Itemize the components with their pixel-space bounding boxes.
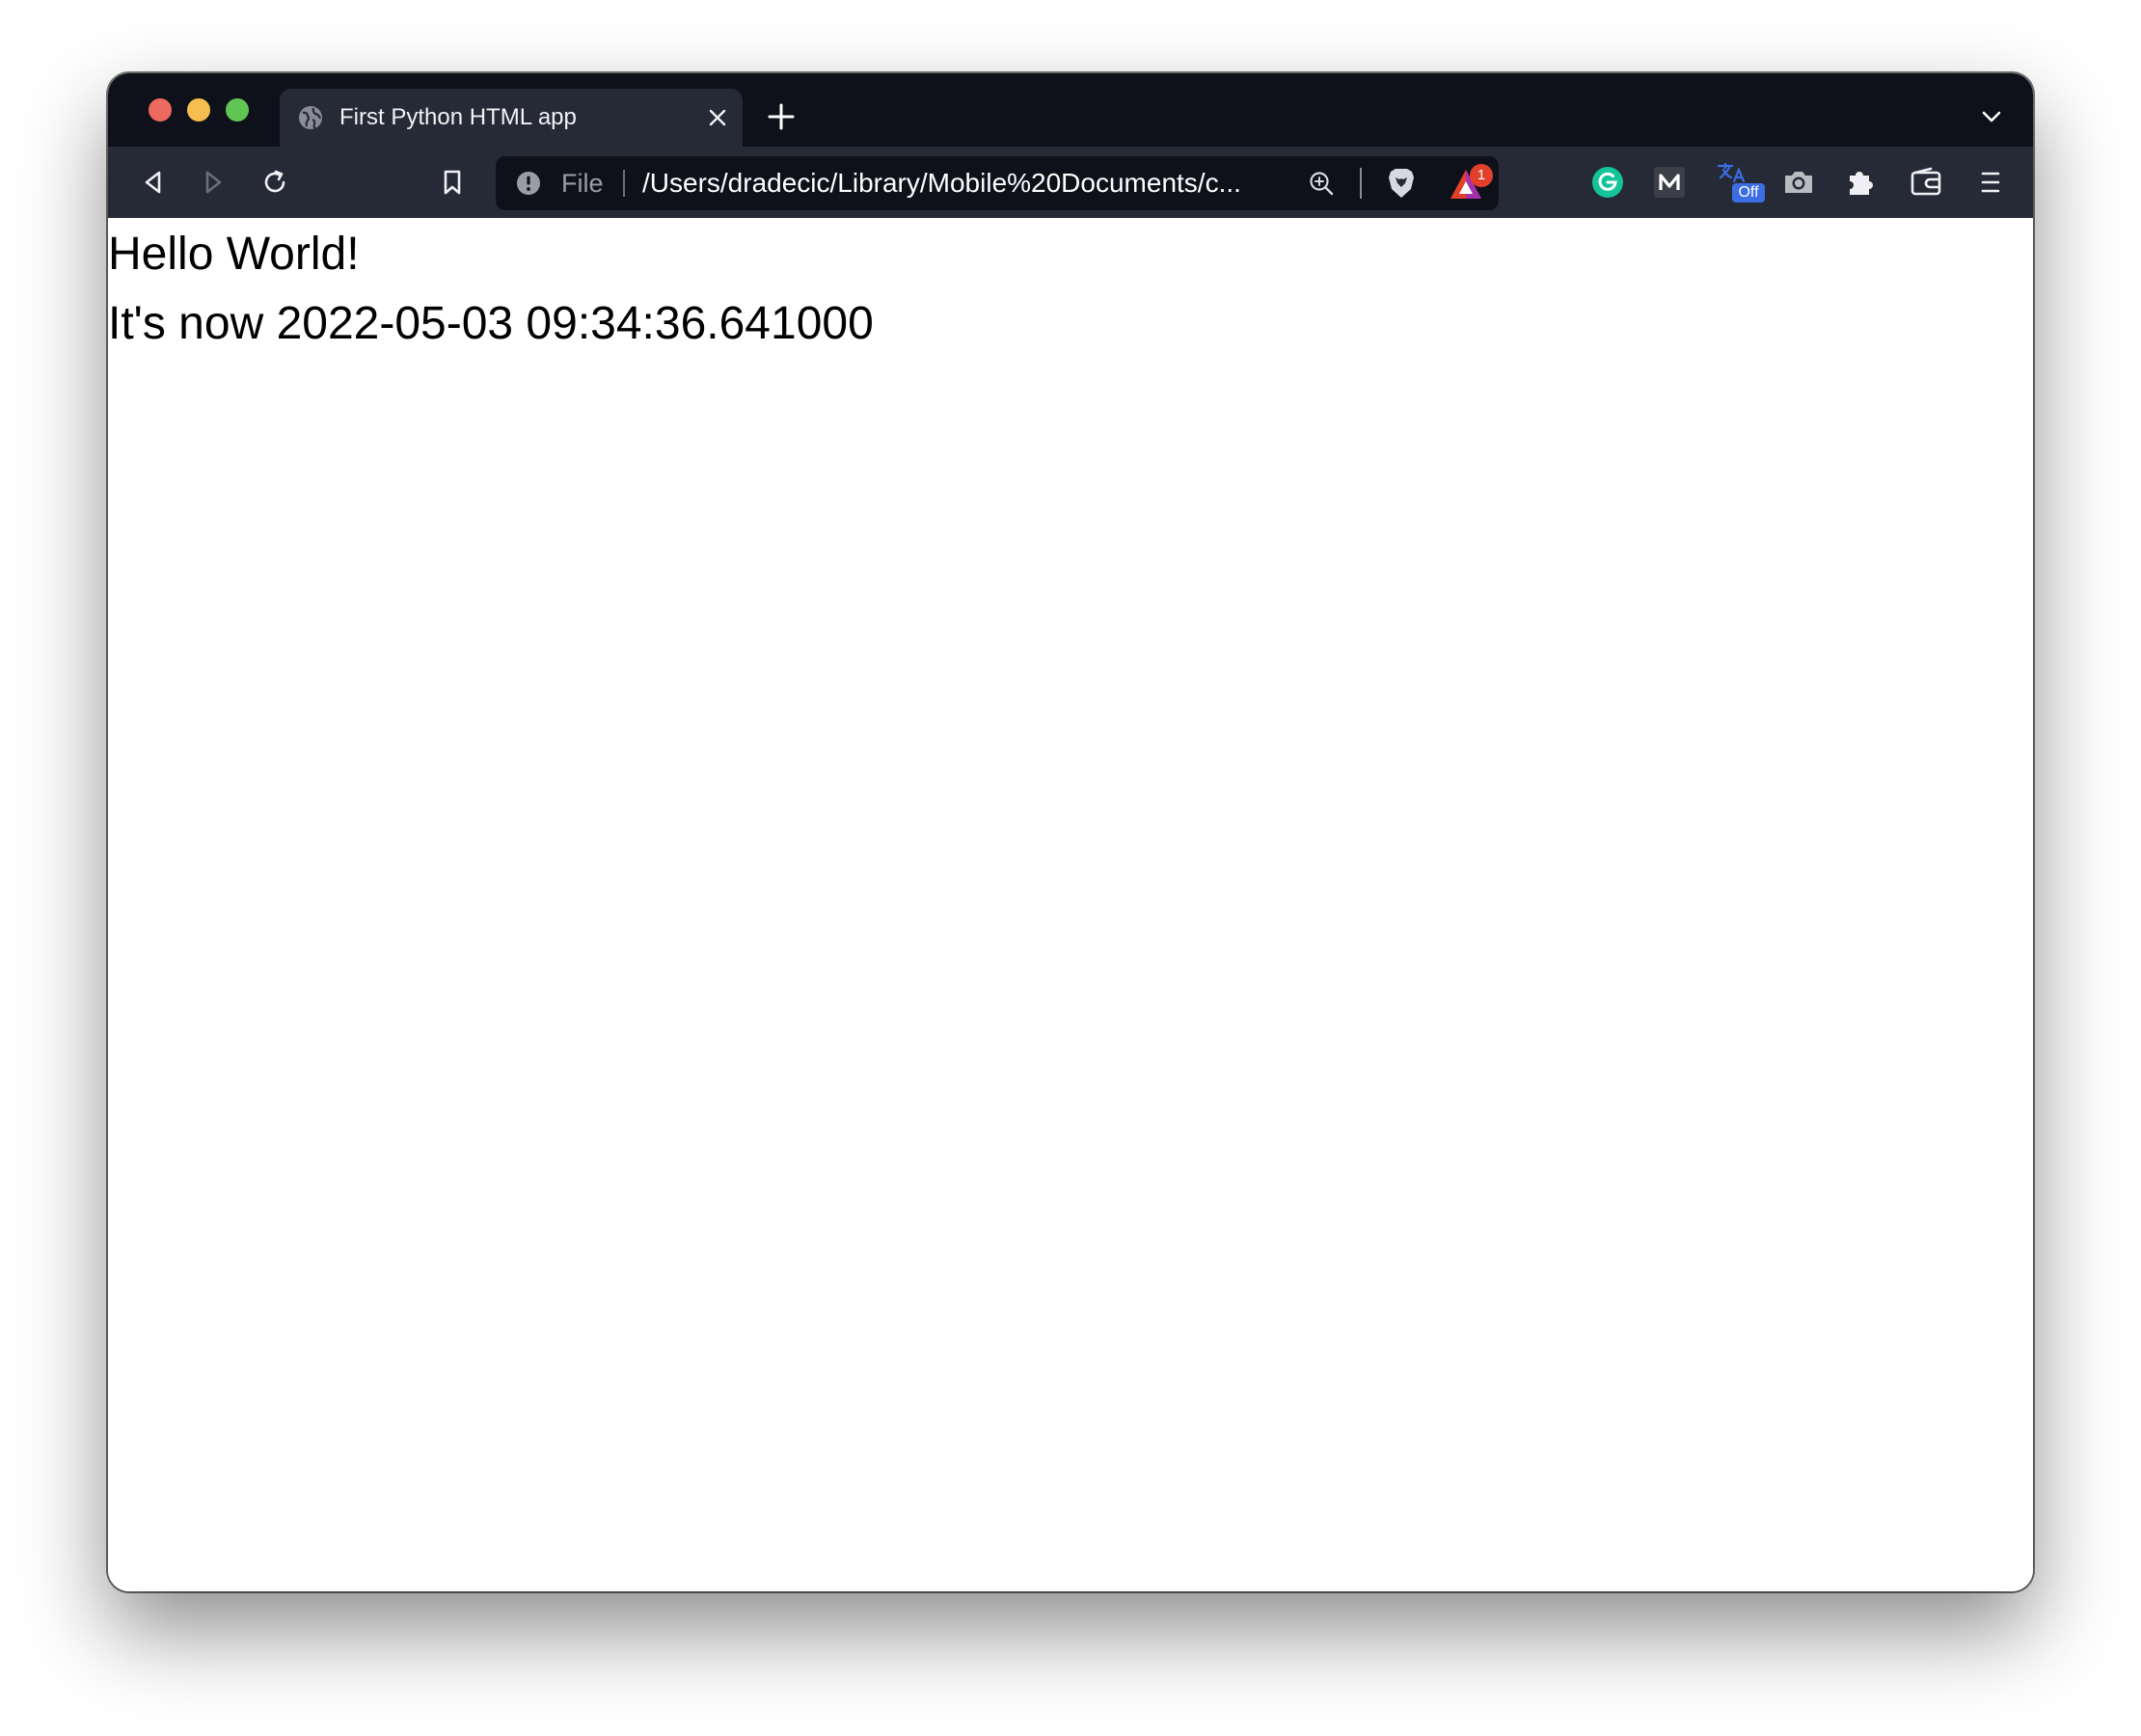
window-close-button[interactable]	[149, 98, 172, 122]
tab-title: First Python HTML app	[339, 104, 577, 130]
tab-active[interactable]: First Python HTML app	[280, 89, 743, 147]
forward-icon[interactable]	[197, 166, 230, 199]
browser-window: First Python HTML app File /Users/dradec…	[108, 73, 2033, 1591]
new-tab-plus-icon[interactable]	[766, 101, 797, 132]
tab-strip: First Python HTML app	[108, 73, 2033, 147]
window-maximize-button[interactable]	[226, 98, 249, 122]
back-icon[interactable]	[137, 166, 170, 199]
extensions-puzzle-icon[interactable]	[1842, 164, 1879, 201]
menu-icon[interactable]	[1971, 164, 2008, 201]
camera-icon[interactable]	[1780, 164, 1817, 201]
chevron-down-icon[interactable]	[1979, 104, 2004, 129]
reload-icon[interactable]	[258, 166, 291, 199]
url-divider	[1360, 168, 1362, 199]
grammarly-icon[interactable]	[1589, 164, 1626, 201]
page-content: Hello World! It's now 2022-05-03 09:34:3…	[108, 218, 2033, 1591]
close-icon[interactable]	[704, 104, 731, 131]
medium-icon[interactable]	[1651, 164, 1688, 201]
translate-extension[interactable]: Off	[1715, 162, 1765, 203]
url-text[interactable]: /Users/dradecic/Library/Mobile%20Documen…	[642, 169, 1260, 198]
window-minimize-button[interactable]	[187, 98, 210, 122]
brave-shields-icon[interactable]	[1385, 166, 1418, 201]
zoom-icon[interactable]	[1308, 170, 1335, 197]
url-scheme: File	[561, 169, 604, 198]
wallet-icon[interactable]	[1908, 164, 1944, 201]
bookmark-icon[interactable]	[436, 166, 469, 199]
timestamp-text: It's now 2022-05-03 09:34:36.641000	[108, 298, 874, 349]
address-bar[interactable]: File /Users/dradecic/Library/Mobile%20Do…	[496, 156, 1499, 210]
browser-toolbar: File /Users/dradecic/Library/Mobile%20Do…	[108, 147, 2033, 218]
off-badge: Off	[1732, 183, 1765, 203]
info-icon[interactable]	[515, 170, 542, 197]
brave-rewards-button[interactable]: 1	[1449, 164, 1495, 204]
globe-icon	[299, 106, 322, 129]
url-divider	[623, 170, 625, 197]
page-heading: Hello World!	[108, 229, 360, 280]
notification-badge: 1	[1470, 164, 1493, 187]
